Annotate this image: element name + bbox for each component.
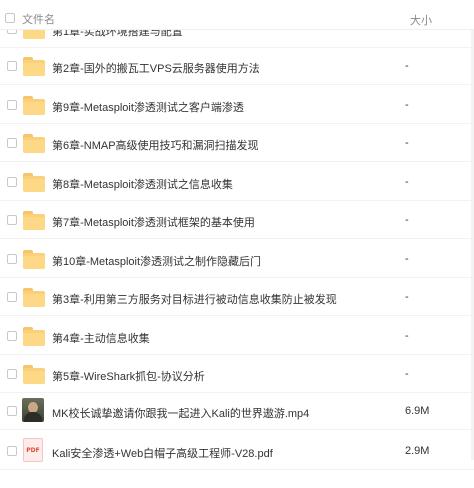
file-name[interactable]: 第10章-Metasploit渗透测试之制作隐藏后门 bbox=[52, 253, 261, 269]
row-checkbox[interactable] bbox=[7, 292, 17, 302]
file-size: - bbox=[405, 137, 409, 149]
folder-icon bbox=[22, 207, 46, 231]
file-row[interactable]: 第3章-利用第三方服务对目标进行被动信息收集防止被发现 - bbox=[0, 278, 474, 316]
column-header-size[interactable]: 大小 bbox=[410, 12, 432, 28]
folder-icon bbox=[22, 92, 46, 116]
video-thumbnail-icon bbox=[22, 398, 46, 422]
file-name[interactable]: 第6章-NMAP高级使用技巧和漏洞扫描发现 bbox=[52, 137, 259, 153]
file-size: - bbox=[405, 60, 409, 72]
folder-icon bbox=[22, 323, 46, 347]
file-list-header: 文件名 大小 bbox=[0, 0, 474, 30]
file-row[interactable]: 第5章-WireShark抓包-协议分析 - bbox=[0, 355, 474, 393]
row-checkbox[interactable] bbox=[7, 331, 17, 341]
file-row[interactable]: 第7章-Metasploit渗透测试框架的基本使用 - bbox=[0, 201, 474, 239]
file-size: - bbox=[405, 99, 409, 111]
file-name[interactable]: 第8章-Metasploit渗透测试之信息收集 bbox=[52, 176, 233, 192]
row-checkbox[interactable] bbox=[7, 406, 17, 416]
row-checkbox[interactable] bbox=[7, 446, 17, 456]
file-size: 6.9M bbox=[405, 405, 430, 417]
file-row[interactable]: 第10章-Metasploit渗透测试之制作隐藏后门 - bbox=[0, 240, 474, 278]
select-all-checkbox[interactable] bbox=[5, 13, 15, 23]
row-checkbox[interactable] bbox=[7, 177, 17, 187]
row-checkbox[interactable] bbox=[7, 215, 17, 225]
folder-icon bbox=[22, 169, 46, 193]
file-size: - bbox=[405, 214, 409, 226]
pdf-icon: PDF bbox=[22, 438, 46, 462]
row-checkbox[interactable] bbox=[7, 138, 17, 148]
folder-icon bbox=[22, 53, 46, 77]
file-row[interactable]: 第2章-国外的搬瓦工VPS云服务器使用方法 - bbox=[0, 47, 474, 85]
file-size: - bbox=[405, 291, 409, 303]
file-name[interactable]: 第7章-Metasploit渗透测试框架的基本使用 bbox=[52, 214, 255, 230]
file-name[interactable]: MK校长诚挚邀请你跟我一起进入Kali的世界遨游.mp4 bbox=[52, 405, 309, 421]
column-header-name[interactable]: 文件名 bbox=[22, 11, 55, 27]
file-row[interactable]: 第4章-主动信息收集 - bbox=[0, 317, 474, 355]
row-checkbox[interactable] bbox=[7, 254, 17, 264]
folder-icon bbox=[22, 130, 46, 154]
file-size: - bbox=[405, 330, 409, 342]
file-row[interactable]: 第9章-Metasploit渗透测试之客户端渗透 - bbox=[0, 86, 474, 124]
file-name[interactable]: 第9章-Metasploit渗透测试之客户端渗透 bbox=[52, 99, 244, 115]
row-checkbox[interactable] bbox=[7, 61, 17, 71]
row-checkbox[interactable] bbox=[7, 100, 17, 110]
file-row[interactable]: 第6章-NMAP高级使用技巧和漏洞扫描发现 - bbox=[0, 124, 474, 162]
file-row[interactable]: PDF Kali安全渗透+Web白帽子高级工程师-V28.pdf 2.9M bbox=[0, 432, 474, 470]
file-name[interactable]: 第4章-主动信息收集 bbox=[52, 330, 150, 346]
file-name[interactable]: Kali安全渗透+Web白帽子高级工程师-V28.pdf bbox=[52, 445, 273, 461]
file-size: 2.9M bbox=[405, 445, 430, 457]
file-name[interactable]: 第5章-WireShark抓包-协议分析 bbox=[52, 368, 205, 384]
file-name[interactable]: 第3章-利用第三方服务对目标进行被动信息收集防止被发现 bbox=[52, 291, 337, 307]
file-size: - bbox=[405, 368, 409, 380]
row-checkbox[interactable] bbox=[7, 369, 17, 379]
folder-icon bbox=[22, 284, 46, 308]
file-row[interactable]: 第8章-Metasploit渗透测试之信息收集 - bbox=[0, 163, 474, 201]
folder-icon bbox=[22, 246, 46, 270]
file-size: - bbox=[405, 176, 409, 188]
file-row[interactable]: MK校长诚挚邀请你跟我一起进入Kali的世界遨游.mp4 6.9M bbox=[0, 392, 474, 430]
folder-icon bbox=[22, 361, 46, 385]
file-name[interactable]: 第2章-国外的搬瓦工VPS云服务器使用方法 bbox=[52, 60, 260, 76]
file-size: - bbox=[405, 253, 409, 265]
